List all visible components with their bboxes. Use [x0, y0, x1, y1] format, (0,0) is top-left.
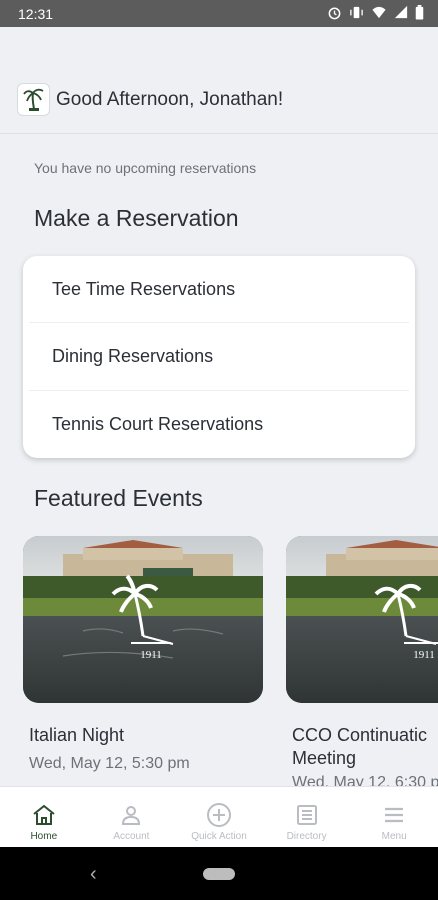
greeting-header: Good Afternoon, Jonathan!: [17, 83, 283, 116]
dining-reservations-item[interactable]: Dining Reservations: [29, 323, 409, 391]
event-card-italian-night[interactable]: 1911 Italian Night Wed, May 12, 5:30 pm: [23, 536, 263, 773]
nav-account-label: Account: [113, 831, 150, 842]
event-title-line2: Meeting: [292, 748, 357, 768]
nav-menu[interactable]: Menu: [350, 787, 438, 847]
app-screen: Good Afternoon, Jonathan! You have no up…: [0, 27, 438, 847]
system-navigation-bar: ‹: [0, 847, 438, 900]
status-icons: [327, 4, 424, 23]
header-divider: [0, 133, 438, 134]
wifi-icon: [371, 5, 387, 23]
greeting-text: Good Afternoon, Jonathan!: [56, 88, 284, 110]
nav-menu-label: Menu: [381, 831, 407, 842]
event-title: Italian Night: [29, 725, 125, 745]
no-reservations-text: You have no upcoming reservations: [34, 160, 257, 176]
event-date: Wed, May 12, 5:30 pm: [29, 755, 190, 772]
home-icon: [32, 801, 56, 829]
nav-directory[interactable]: Directory: [263, 787, 351, 847]
status-time: 12:31: [18, 5, 54, 22]
nav-home[interactable]: Home: [0, 787, 88, 847]
featured-events-title: Featured Events: [34, 485, 203, 511]
event-title: CCO Continuatic Meeting: [292, 724, 438, 770]
event-card-cco-meeting[interactable]: 1911 CCO Continuatic Meeting Wed, May 12…: [286, 536, 438, 792]
bottom-navigation: Home Account Quick Action Directory Menu: [0, 786, 438, 847]
event-image: 1911: [23, 536, 263, 703]
home-gesture-pill[interactable]: [203, 868, 235, 880]
nav-home-label: Home: [30, 831, 58, 842]
tennis-court-reservations-item[interactable]: Tennis Court Reservations: [29, 391, 409, 458]
directory-icon: [296, 801, 318, 829]
alarm-icon: [327, 5, 342, 23]
nav-quick-action[interactable]: Quick Action: [175, 787, 263, 847]
cell-signal-icon: [394, 5, 408, 22]
event-title-line1: CCO Continuatic: [292, 725, 428, 745]
tee-time-reservations-item[interactable]: Tee Time Reservations: [29, 256, 409, 324]
nav-quick-action-label: Quick Action: [191, 831, 247, 842]
club-logo[interactable]: [17, 83, 50, 116]
plus-circle-icon: [206, 801, 232, 829]
vibrate-icon: [349, 5, 364, 23]
event-badge-text: 1911: [140, 649, 162, 661]
nav-directory-label: Directory: [286, 831, 327, 842]
battery-icon: [415, 4, 424, 23]
reservation-options-card: Tee Time Reservations Dining Reservation…: [23, 256, 415, 458]
nav-account[interactable]: Account: [88, 787, 176, 847]
event-badge-text: 1911: [413, 649, 435, 661]
featured-events-carousel[interactable]: 1911 Italian Night Wed, May 12, 5:30 pm: [23, 536, 438, 826]
back-icon[interactable]: ‹: [90, 863, 97, 886]
event-image: 1911: [286, 536, 438, 703]
status-bar: 12:31: [0, 0, 438, 27]
make-reservation-title: Make a Reservation: [34, 205, 239, 231]
person-icon: [120, 801, 142, 829]
hamburger-icon: [383, 801, 405, 829]
